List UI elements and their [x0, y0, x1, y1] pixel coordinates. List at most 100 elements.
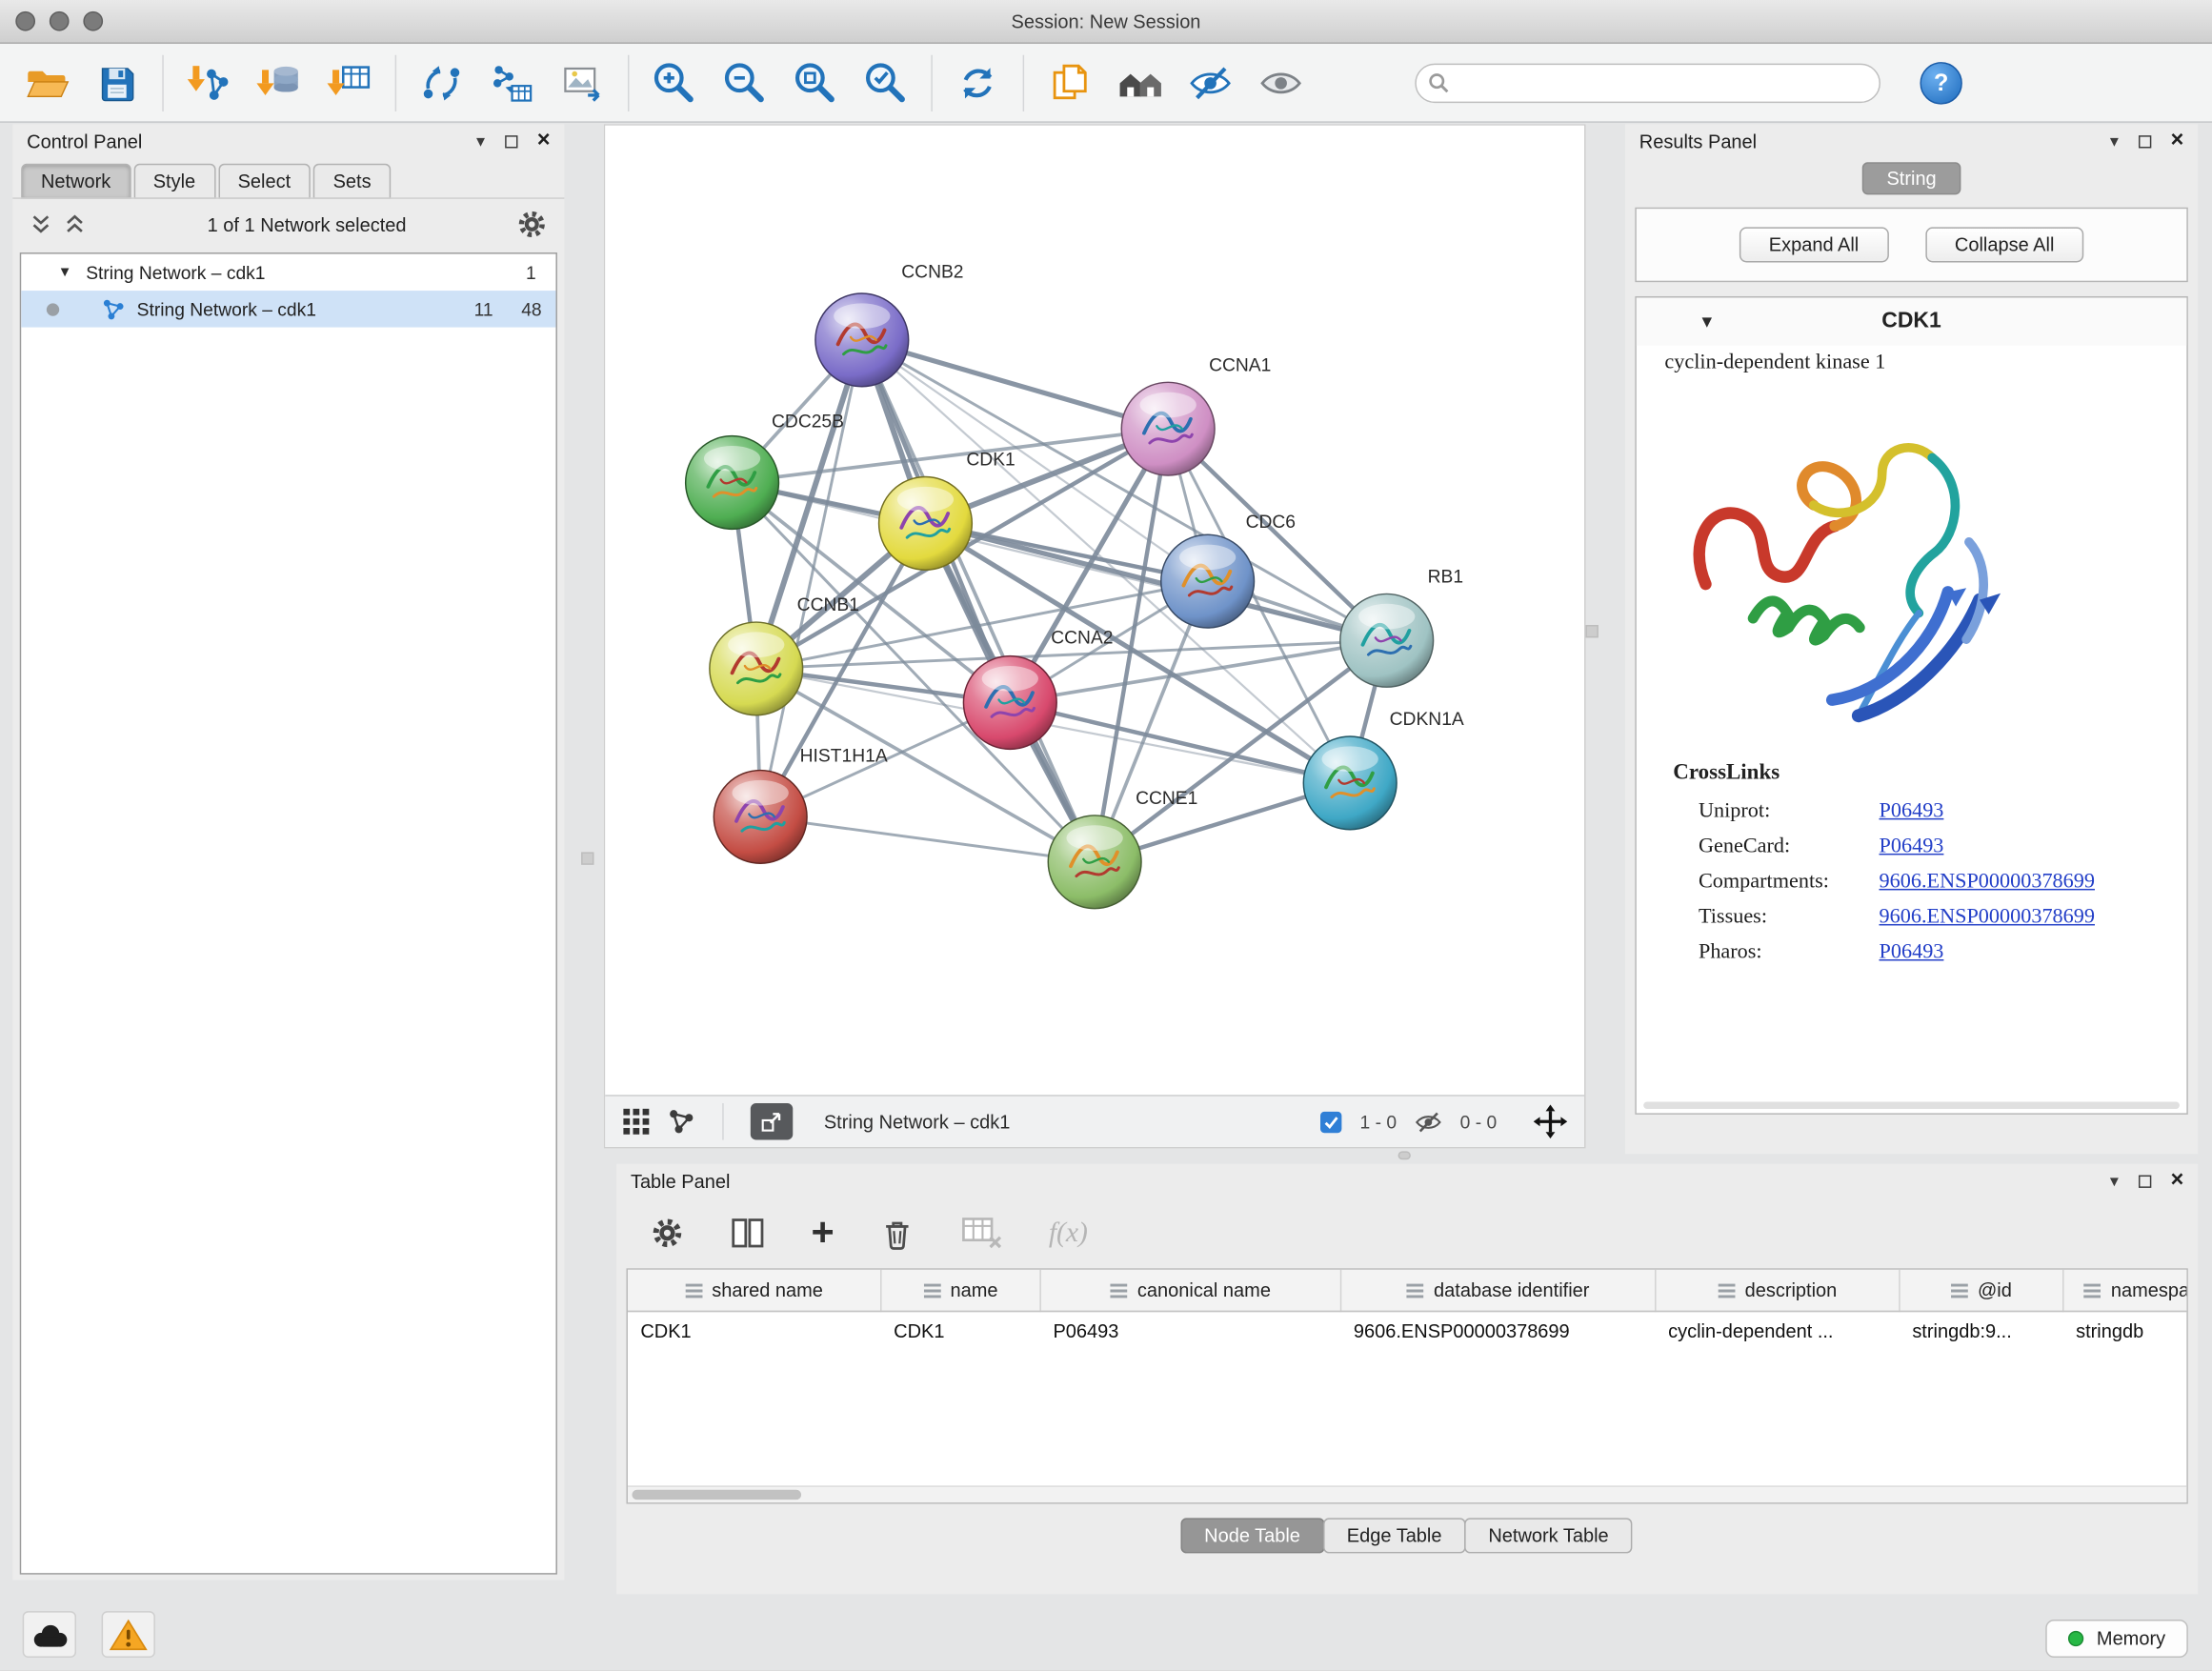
- memory-button[interactable]: Memory: [2046, 1620, 2188, 1658]
- column-header-shared-name[interactable]: shared name: [628, 1270, 881, 1312]
- tab-node-table[interactable]: Node Table: [1180, 1518, 1324, 1553]
- tab-edge-table[interactable]: Edge Table: [1323, 1518, 1466, 1553]
- column-header-canonical-name[interactable]: canonical name: [1040, 1270, 1340, 1312]
- column-header-namespac[interactable]: namespac: [2063, 1270, 2188, 1312]
- home-networks-button[interactable]: [1105, 49, 1176, 116]
- network-node-hist1h1a[interactable]: [714, 771, 807, 864]
- import-table-button[interactable]: [314, 49, 385, 116]
- tab-style[interactable]: Style: [133, 164, 215, 199]
- show-all-button[interactable]: [1246, 49, 1317, 116]
- network-node-cdk1[interactable]: [879, 477, 973, 571]
- network-edge[interactable]: [862, 340, 1095, 862]
- search-input[interactable]: [1415, 63, 1880, 102]
- network-to-table-button[interactable]: [477, 49, 548, 116]
- network-edge[interactable]: [760, 816, 1095, 861]
- window-minimize-button[interactable]: [50, 11, 70, 31]
- network-node-ccne1[interactable]: [1048, 815, 1141, 909]
- hidden-eye-slash-icon[interactable]: [1414, 1107, 1443, 1137]
- network-node-ccnb1[interactable]: [710, 622, 803, 715]
- network-edge[interactable]: [1010, 702, 1350, 782]
- grid-view-icon[interactable]: [622, 1107, 651, 1136]
- splitter-handle[interactable]: [1585, 625, 1598, 637]
- network-options-gear-icon[interactable]: [516, 209, 548, 240]
- pan-crosshair-icon[interactable]: [1534, 1105, 1568, 1139]
- cloud-status-button[interactable]: [23, 1611, 76, 1658]
- detach-view-button[interactable]: [751, 1103, 793, 1140]
- selected-checkbox-icon[interactable]: [1319, 1110, 1343, 1134]
- delete-column-trash-icon[interactable]: [879, 1215, 916, 1252]
- crosslink-link[interactable]: 9606.ENSP00000378699: [1880, 871, 2095, 895]
- column-header-database-identifier[interactable]: database identifier: [1341, 1270, 1656, 1312]
- splitter-handle[interactable]: [1398, 1151, 1411, 1159]
- column-header-description[interactable]: description: [1656, 1270, 1900, 1312]
- scrollbar-thumb[interactable]: [632, 1490, 801, 1500]
- panel-menu-icon[interactable]: ▾: [2110, 132, 2119, 150]
- hide-selected-button[interactable]: [1176, 49, 1246, 116]
- network-collection-row[interactable]: ▼ String Network – cdk1 1: [21, 254, 555, 292]
- node-label: HIST1H1A: [800, 747, 888, 767]
- crosslink-link[interactable]: P06493: [1880, 836, 1944, 859]
- crosslink-link[interactable]: 9606.ENSP00000378699: [1880, 906, 2095, 930]
- results-tab-string[interactable]: String: [1862, 162, 1961, 194]
- panel-menu-icon[interactable]: ▾: [2110, 1173, 2119, 1190]
- protein-entry-header[interactable]: ▼ CDK1: [1637, 297, 2187, 345]
- open-session-button[interactable]: [11, 49, 82, 116]
- panel-menu-icon[interactable]: ▾: [476, 132, 485, 150]
- crosslink-link[interactable]: P06493: [1880, 941, 1944, 965]
- clone-network-button[interactable]: [406, 49, 476, 116]
- zoom-fit-button[interactable]: [780, 49, 851, 116]
- table-row[interactable]: CDK1CDK1P064939606.ENSP00000378699cyclin…: [628, 1311, 2188, 1350]
- tab-network-table[interactable]: Network Table: [1464, 1518, 1633, 1553]
- crosslink-link[interactable]: P06493: [1880, 800, 1944, 824]
- refresh-button[interactable]: [942, 49, 1013, 116]
- tab-sets[interactable]: Sets: [313, 164, 391, 199]
- panel-close-icon[interactable]: ×: [537, 130, 551, 152]
- network-node-cdkn1a[interactable]: [1303, 736, 1397, 830]
- tab-network[interactable]: Network: [21, 164, 131, 199]
- add-column-icon[interactable]: +: [811, 1214, 834, 1253]
- panel-float-icon[interactable]: [2138, 1175, 2150, 1187]
- export-image-button[interactable]: [548, 49, 618, 116]
- warnings-button[interactable]: [102, 1611, 155, 1658]
- network-canvas[interactable]: CCNB2CCNA1CDC25BCDK1CDC6RB1CCNB1CCNA2CDK…: [605, 126, 1584, 1095]
- table-settings-gear-icon[interactable]: [651, 1217, 685, 1251]
- expander-icon[interactable]: ▼: [58, 265, 72, 280]
- collapse-all-button[interactable]: Collapse All: [1925, 227, 2084, 262]
- splitter-handle[interactable]: [581, 852, 593, 864]
- panel-close-icon[interactable]: ×: [2171, 1170, 2184, 1193]
- panel-close-icon[interactable]: ×: [2171, 130, 2184, 152]
- expand-all-button[interactable]: Expand All: [1739, 227, 1889, 262]
- results-scrollbar[interactable]: [1643, 1102, 2180, 1109]
- network-node-cdc25b[interactable]: [686, 436, 779, 530]
- save-floppy-icon: [93, 58, 141, 106]
- collapse-all-icon[interactable]: [30, 213, 52, 236]
- window-zoom-button[interactable]: [83, 11, 103, 31]
- expand-all-icon[interactable]: [64, 213, 87, 236]
- copy-document-button[interactable]: [1034, 49, 1104, 116]
- panel-float-icon[interactable]: [2138, 134, 2150, 147]
- column-header-name[interactable]: name: [881, 1270, 1040, 1312]
- network-node-ccna2[interactable]: [963, 656, 1056, 750]
- network-node-rb1[interactable]: [1340, 594, 1434, 687]
- table-horizontal-scrollbar[interactable]: [628, 1485, 2186, 1502]
- network-graph: CCNB2CCNA1CDC25BCDK1CDC6RB1CCNB1CCNA2CDK…: [605, 126, 1584, 1095]
- network-node-ccna1[interactable]: [1121, 382, 1215, 475]
- network-row-selected[interactable]: String Network – cdk1 11 48: [21, 291, 555, 328]
- import-database-button[interactable]: [244, 49, 314, 116]
- help-button[interactable]: ?: [1920, 61, 1961, 103]
- network-node-cdc6[interactable]: [1161, 534, 1255, 628]
- panel-float-icon[interactable]: [505, 134, 517, 147]
- window-close-button[interactable]: [15, 11, 35, 31]
- network-node-ccnb2[interactable]: [815, 293, 909, 387]
- import-network-button[interactable]: [173, 49, 244, 116]
- zoom-out-button[interactable]: [710, 49, 780, 116]
- tab-select[interactable]: Select: [218, 164, 311, 199]
- zoom-in-button[interactable]: [639, 49, 710, 116]
- network-edge[interactable]: [862, 340, 1168, 429]
- entry-expander-icon[interactable]: ▼: [1699, 312, 1716, 332]
- network-view-icon[interactable]: [667, 1107, 695, 1136]
- column-header-@id[interactable]: @id: [1900, 1270, 2063, 1312]
- save-session-button[interactable]: [82, 49, 152, 116]
- zoom-selected-button[interactable]: [851, 49, 921, 116]
- show-columns-icon[interactable]: [730, 1215, 767, 1252]
